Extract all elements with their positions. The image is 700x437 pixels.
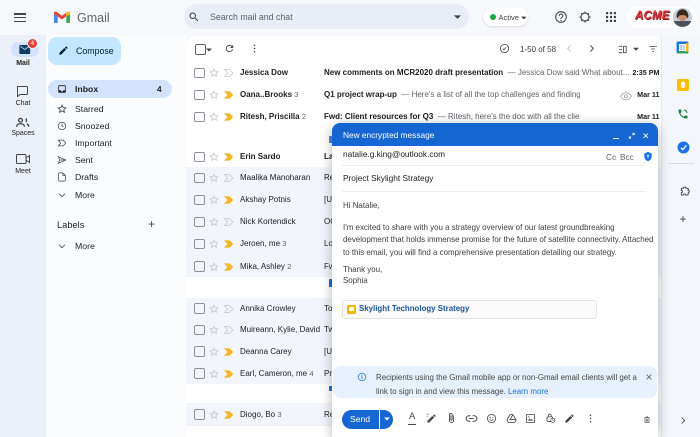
svg-text:31: 31 [679, 45, 685, 51]
